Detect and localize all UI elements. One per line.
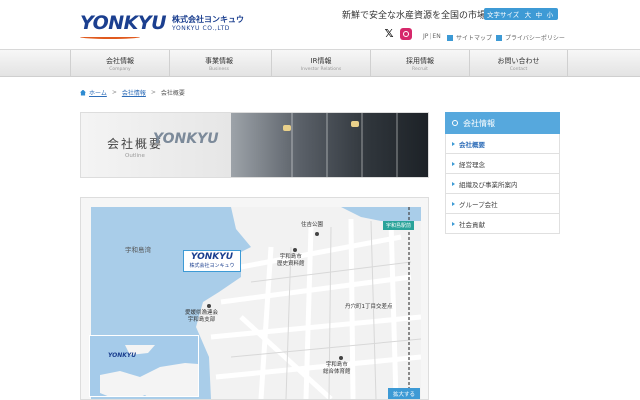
- nav-label: 事業情報: [205, 57, 233, 65]
- font-size-small-button[interactable]: 小: [544, 9, 555, 19]
- nav-item-recruit[interactable]: 採用情報 Recruit: [370, 50, 469, 77]
- logo-company-name-en: YONKYU CO.,LTD: [172, 25, 230, 32]
- breadcrumb: ホーム > 会社情報 > 会社概要: [80, 88, 185, 97]
- sidebar-item-label: 経営理念: [459, 160, 485, 169]
- callout-company-name: 株式会社ヨンキュウ: [189, 263, 235, 269]
- nav-sublabel: Company: [109, 67, 131, 72]
- font-size-switcher: 文字サイズ 大 中 小: [484, 8, 559, 20]
- sidebar-item-organization[interactable]: 組織及び事業所案内: [446, 174, 559, 194]
- access-map[interactable]: 宇和島湾 住吉公園 宇和島市 歴史資料館 愛媛県漁連会 宇和島支部 丹穴町1丁目…: [80, 197, 429, 400]
- circle-icon: [452, 120, 458, 126]
- callout-logo: YONKYU: [190, 252, 234, 262]
- map-label-park: 住吉公園: [301, 222, 324, 228]
- privacy-label: プライバシーポリシー: [505, 35, 565, 42]
- privacy-link[interactable]: プライバシーポリシー: [496, 33, 565, 42]
- map-label-assembly: 愛媛県漁連会 宇和島支部: [185, 310, 219, 324]
- sitemap-link[interactable]: サイトマップ: [447, 33, 492, 42]
- sidebar-item-label: 会社概要: [459, 140, 485, 149]
- nav-sublabel: Contact: [509, 67, 528, 72]
- nav-label: IR情報: [310, 57, 332, 65]
- page-subtitle: Outline: [125, 153, 145, 159]
- sidebar-item-group[interactable]: グループ会社: [446, 194, 559, 214]
- triangle-right-icon: [452, 201, 455, 206]
- language-switcher: JP | EN: [423, 33, 441, 40]
- triangle-right-icon: [452, 221, 455, 226]
- inset-logo: YONKYU: [108, 352, 137, 359]
- breadcrumb-separator: >: [150, 89, 156, 96]
- map-label-gym: 宇和島市 総合体育館: [323, 362, 351, 376]
- nav-item-business[interactable]: 事業情報 Business: [169, 50, 268, 77]
- map-zoom-button[interactable]: 拡大する: [388, 388, 421, 399]
- hero-building-photo: [231, 113, 428, 177]
- sidebar-item-csr[interactable]: 社会貢献: [446, 214, 559, 234]
- logo-mark: YONKYU: [80, 12, 167, 39]
- nav-item-ir[interactable]: IR情報 Investor Relations: [271, 50, 370, 77]
- sidebar-heading: 会社情報: [445, 112, 560, 134]
- font-size-large-button[interactable]: 大: [522, 9, 533, 19]
- triangle-right-icon: [452, 181, 455, 186]
- map-pin: [339, 356, 343, 360]
- building-sign: YONKYU: [153, 131, 219, 147]
- square-bullet-icon: [496, 34, 502, 41]
- sidebar-item-outline[interactable]: 会社概要: [446, 134, 559, 154]
- triangle-right-icon: [452, 161, 455, 166]
- lang-separator: |: [429, 33, 432, 40]
- breadcrumb-separator: >: [111, 89, 117, 96]
- sidebar-menu: 会社概要 経営理念 組織及び事業所案内 グループ会社 社会貢献: [445, 134, 560, 234]
- breadcrumb-home[interactable]: ホーム: [89, 88, 107, 97]
- station-badge: 宇和島駅前: [383, 221, 415, 230]
- sidebar-item-label: 社会貢献: [459, 220, 485, 229]
- font-size-medium-button[interactable]: 中: [533, 9, 544, 19]
- site-logo[interactable]: YONKYU 株式会社ヨンキュウ YONKYU CO.,LTD: [80, 10, 244, 39]
- sitemap-label: サイトマップ: [456, 35, 493, 42]
- home-icon: [80, 89, 86, 96]
- nav-label: 採用情報: [406, 57, 434, 65]
- page-hero: 会社概要 Outline YONKYU: [80, 112, 429, 178]
- font-size-label: 文字サイズ: [487, 11, 520, 19]
- logo-wave: [80, 35, 140, 39]
- site-header: YONKYU 株式会社ヨンキュウ YONKYU CO.,LTD 新鮮で安全な水産…: [0, 0, 640, 50]
- map-label-bay: 宇和島湾: [125, 246, 151, 254]
- nav-sublabel: Business: [209, 67, 229, 72]
- nav-item-contact[interactable]: お問い合わせ Contact: [469, 50, 568, 77]
- sidebar-heading-label: 会社情報: [463, 118, 495, 128]
- tagline: 新鮮で安全な水産資源を全国の市場へ: [342, 11, 496, 21]
- nav-label: 会社情報: [106, 57, 134, 65]
- sidebar-item-philosophy[interactable]: 経営理念: [446, 154, 559, 174]
- breadcrumb-company[interactable]: 会社情報: [122, 88, 146, 97]
- nav-label: お問い合わせ: [497, 57, 540, 65]
- breadcrumb-current: 会社概要: [160, 90, 185, 97]
- sidebar-item-label: 組織及び事業所案内: [459, 180, 518, 189]
- instagram-icon[interactable]: [400, 28, 412, 40]
- logo-company-name-jp: 株式会社ヨンキュウ: [172, 15, 245, 24]
- lang-jp-link[interactable]: JP: [423, 33, 428, 40]
- x-icon[interactable]: 𝕏: [383, 28, 395, 40]
- map-pin: [315, 232, 319, 236]
- triangle-right-icon: [452, 141, 455, 146]
- sidebar-item-label: グループ会社: [459, 200, 498, 209]
- map-label-museum: 宇和島市 歴史資料館: [277, 254, 305, 268]
- lang-en-link[interactable]: EN: [432, 33, 440, 40]
- map-pin: [207, 304, 211, 308]
- nav-item-company[interactable]: 会社情報 Company: [70, 50, 169, 77]
- logo-text: 株式会社ヨンキュウ YONKYU CO.,LTD: [172, 14, 244, 32]
- square-bullet-icon: [447, 34, 453, 41]
- map-label-junction: 丹穴町1丁目交差点: [345, 304, 393, 310]
- nav-sublabel: Recruit: [412, 67, 428, 72]
- regional-inset-map: YONKYU: [89, 335, 199, 397]
- company-location-marker[interactable]: YONKYU 株式会社ヨンキュウ: [183, 250, 241, 272]
- global-nav: 会社情報 Company 事業情報 Business IR情報 Investor…: [0, 49, 640, 77]
- map-pin: [293, 248, 297, 252]
- nav-sublabel: Investor Relations: [300, 67, 342, 72]
